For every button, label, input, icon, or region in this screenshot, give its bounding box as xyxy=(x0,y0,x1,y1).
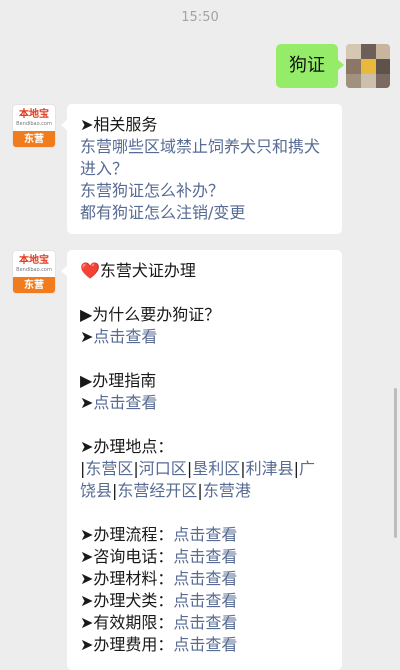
why-link-row: ➤点击查看 xyxy=(80,326,329,348)
link-district-dongyinggang[interactable]: 东营港 xyxy=(203,481,251,500)
user-avatar[interactable] xyxy=(346,44,390,88)
brand-city-label: 东营 xyxy=(13,277,55,293)
link-cancel-change-license[interactable]: 都有狗证怎么注销/变更 xyxy=(80,202,329,224)
info-list: ➤办理流程：点击查看 ➤咨询电话：点击查看 ➤办理材料：点击查看 ➤办理犬类：点… xyxy=(80,524,329,656)
related-services-heading: ➤相关服务 xyxy=(80,115,158,134)
why-heading: ▶为什么要办狗证？ xyxy=(80,305,221,324)
link-phone[interactable]: 点击查看 xyxy=(173,547,237,566)
arrow-icon: ➤ xyxy=(80,327,94,346)
list-item: ➤咨询电话：点击查看 xyxy=(80,546,329,568)
link-district-hekou[interactable]: 河口区 xyxy=(139,459,187,478)
scrollbar[interactable] xyxy=(394,388,397,538)
bot-avatar[interactable]: 本地宝 Bendibao.com 东营 xyxy=(12,250,56,294)
guide-link-row: ➤点击查看 xyxy=(80,392,329,414)
dog-license-guide-message: ❤️东营犬证办理 ▶为什么要办狗证？ ➤点击查看 ▶办理指南 ➤点击查看 ➤办理… xyxy=(61,250,342,670)
list-item: ➤有效期限：点击查看 xyxy=(80,612,329,634)
list-item: ➤办理犬类：点击查看 xyxy=(80,590,329,612)
item-label: ➤有效期限： xyxy=(80,613,174,632)
item-label: ➤办理材料： xyxy=(80,569,174,588)
item-label: ➤办理费用： xyxy=(80,635,174,654)
list-item: ➤办理流程：点击查看 xyxy=(80,524,329,546)
link-district-lijin[interactable]: 利津县 xyxy=(246,459,294,478)
brand-site-text: Bendibao.com xyxy=(16,267,52,273)
heart-icon: ❤️ xyxy=(80,261,100,280)
item-label: ➤办理流程： xyxy=(80,525,174,544)
link-validity[interactable]: 点击查看 xyxy=(173,613,237,632)
link-fees[interactable]: 点击查看 xyxy=(173,635,237,654)
link-why-license[interactable]: 点击查看 xyxy=(93,327,157,346)
link-replace-dog-license[interactable]: 东营狗证怎么补办？ xyxy=(80,180,329,202)
list-item: ➤办理材料：点击查看 xyxy=(80,568,329,590)
guide-title: 东营犬证办理 xyxy=(99,261,196,280)
link-guide[interactable]: 点击查看 xyxy=(93,393,157,412)
related-services-message: ➤相关服务 东营哪些区域禁止饲养犬只和携犬进入？ 东营狗证怎么补办？ 都有狗证怎… xyxy=(61,104,342,234)
list-item: ➤办理费用：点击查看 xyxy=(80,634,329,656)
brand-city-label: 东营 xyxy=(13,131,55,147)
brand-site-text: Bendibao.com xyxy=(16,121,52,127)
item-label: ➤办理犬类： xyxy=(80,591,174,610)
location-heading: ➤办理地点： xyxy=(80,437,174,456)
bot-avatar[interactable]: 本地宝 Bendibao.com 东营 xyxy=(12,104,56,148)
link-materials[interactable]: 点击查看 xyxy=(173,569,237,588)
link-dog-types[interactable]: 点击查看 xyxy=(173,591,237,610)
district-links: |东营区|河口区|垦利区|利津县|广饶县|东营经开区|东营港 xyxy=(80,459,316,500)
link-district-dongying[interactable]: 东营区 xyxy=(85,459,133,478)
arrow-icon: ➤ xyxy=(80,393,94,412)
link-district-kaifaqu[interactable]: 东营经开区 xyxy=(117,481,197,500)
item-label: ➤咨询电话： xyxy=(80,547,174,566)
guide-title-row: ❤️东营犬证办理 xyxy=(80,260,329,282)
outgoing-message-bubble[interactable]: 狗证 xyxy=(276,44,344,88)
brand-logo-text: 本地宝 xyxy=(19,255,49,266)
link-district-kenli[interactable]: 垦利区 xyxy=(192,459,240,478)
brand-logo-text: 本地宝 xyxy=(19,109,49,120)
timestamp: 15:50 xyxy=(181,10,219,25)
link-restricted-areas[interactable]: 东营哪些区域禁止饲养犬只和携犬进入？ xyxy=(80,136,329,180)
guide-heading: ▶办理指南 xyxy=(80,371,157,390)
link-process[interactable]: 点击查看 xyxy=(173,525,237,544)
outgoing-message-text: 狗证 xyxy=(289,55,325,76)
